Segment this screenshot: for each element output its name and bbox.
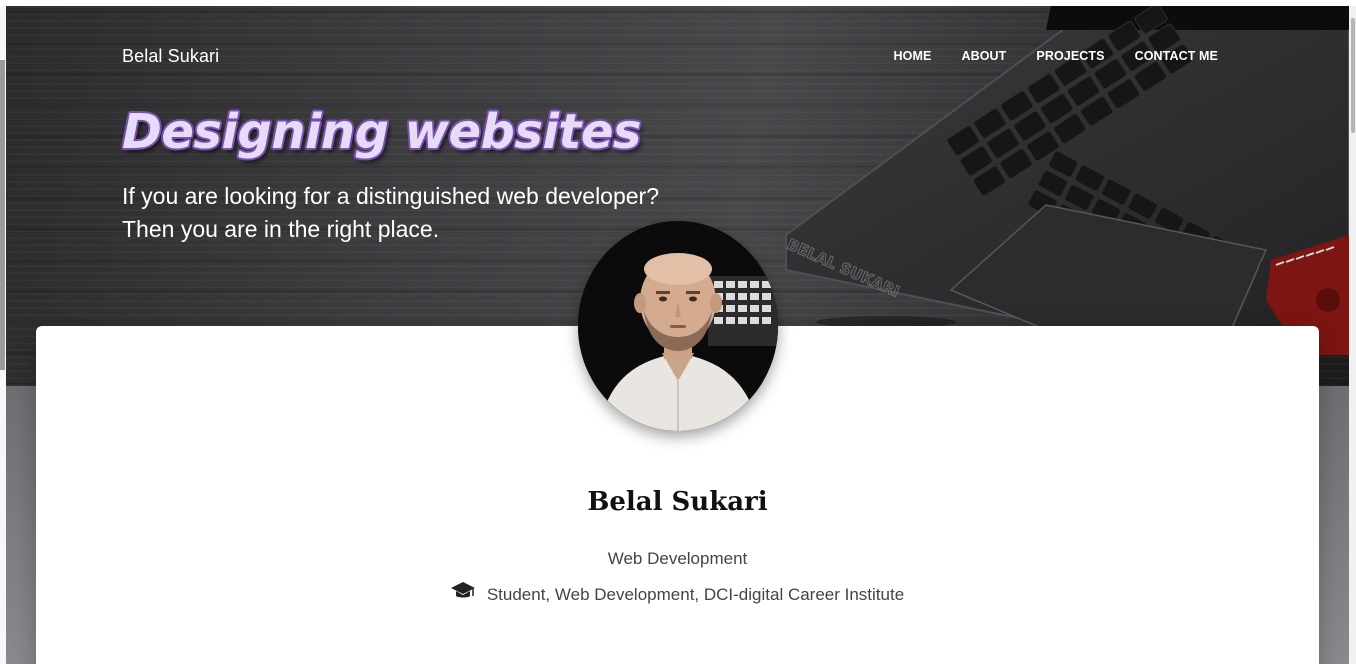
profile-name: Belal Sukari xyxy=(587,487,768,517)
hero-headline: Designing websites xyxy=(122,104,642,160)
hero-tagline-line1: If you are looking for a distinguished w… xyxy=(122,183,660,209)
nav-about-link[interactable]: ABOUT xyxy=(961,49,1006,63)
graduation-cap-icon xyxy=(450,582,475,598)
profile-role: Web Development xyxy=(607,549,748,568)
main-nav: HOME ABOUT PROJECTS CONTACT ME xyxy=(864,49,1218,63)
brand-logo-text[interactable]: Belal Sukari xyxy=(122,46,219,67)
profile-avatar xyxy=(578,221,778,431)
nav-contact-link[interactable]: CONTACT ME xyxy=(1135,49,1218,63)
hero-tagline-line2: Then you are in the right place. xyxy=(122,216,440,242)
page-viewport: BELAL SUKARI Belal Sukari HOME ABOUT PRO… xyxy=(6,6,1349,664)
window-left-edge-mark xyxy=(0,60,5,370)
profile-education: Student, Web Development, DCI-digital Ca… xyxy=(6,582,1349,605)
nav-home-link[interactable]: HOME xyxy=(894,49,932,63)
scrollbar-thumb[interactable] xyxy=(1351,18,1355,133)
profile-education-text: Student, Web Development, DCI-digital Ca… xyxy=(486,585,905,604)
avatar-portrait xyxy=(578,221,778,431)
nav-projects-link[interactable]: PROJECTS xyxy=(1036,49,1104,63)
hero-tagline: If you are looking for a distinguished w… xyxy=(122,180,659,246)
